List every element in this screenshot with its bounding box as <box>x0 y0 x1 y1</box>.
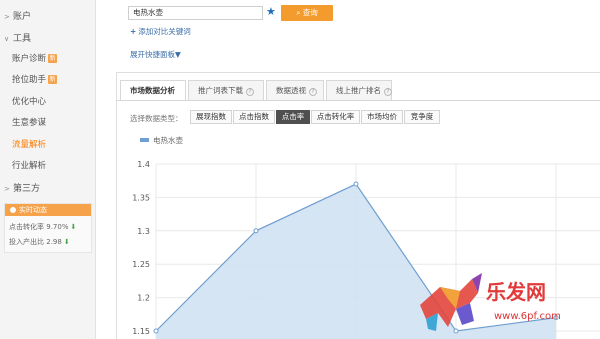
realtime-title: 实时动态 <box>19 206 47 214</box>
metric-label: 投入产出比 <box>9 238 44 246</box>
realtime-panel: 实时动态 点击转化率 9.70% ⬇ 投入产出比 2.98 ⬇ <box>4 203 92 253</box>
data-point[interactable] <box>253 228 259 234</box>
help-icon[interactable]: ? <box>309 88 317 96</box>
data-point[interactable] <box>353 181 359 187</box>
chevron-down-icon: ∨ <box>4 35 10 43</box>
realtime-row-cvr: 点击转化率 9.70% ⬇ <box>9 222 76 232</box>
type-btn-ctr[interactable]: 点击率 <box>276 110 310 124</box>
sidebar-item-bid-assistant[interactable]: 抢位助手新 <box>12 73 58 85</box>
type-btn-click-index[interactable]: 点击指数 <box>233 110 275 124</box>
help-icon[interactable]: ? <box>246 88 254 96</box>
y-tick-label: 1.4 <box>137 160 150 169</box>
type-btn-avg-price[interactable]: 市场均价 <box>361 110 403 124</box>
chart-legend[interactable]: 电热水壶 <box>140 135 183 145</box>
tab-label: 线上推广排名 <box>336 86 381 95</box>
tab-keyword-download[interactable]: 推广词表下载? <box>188 80 264 100</box>
sidebar-group-account[interactable]: > 账户 <box>4 9 31 22</box>
sidebar-group-tools[interactable]: ∨ 工具 <box>4 31 31 44</box>
metric-value: 2.98 <box>46 238 62 246</box>
watermark-brand: 乐发网 <box>486 280 546 304</box>
sidebar-item-label: 优化中心 <box>12 97 47 107</box>
query-button[interactable]: ⌕ 查询 <box>281 5 333 21</box>
y-tick-label: 1.25 <box>132 260 150 269</box>
expand-panel-label: 展开快捷面板 <box>130 50 175 59</box>
tab-label: 市场数据分析 <box>130 86 175 95</box>
help-icon[interactable]: ? <box>384 88 392 96</box>
clock-icon <box>10 207 16 213</box>
chevron-right-icon: > <box>4 13 10 21</box>
new-badge: 新 <box>48 75 58 84</box>
plus-icon: + <box>130 27 137 36</box>
sidebar-item-label: 生意参谋 <box>12 118 47 128</box>
sidebar-item-label: 行业解析 <box>12 161 47 171</box>
y-axis-ticks: 1.4 1.35 1.3 1.25 1.2 1.15 <box>132 160 150 336</box>
sidebar: > 账户 ∨ 工具 账户诊断新 抢位助手新 优化中心 生意参谋 流量解析 行业解析 … <box>0 0 96 339</box>
tab-data-pivot[interactable]: 数据透视? <box>266 80 324 100</box>
tab-label: 推广词表下载 <box>198 86 243 95</box>
y-tick-label: 1.35 <box>132 193 150 202</box>
legend-swatch <box>140 138 149 142</box>
realtime-row-roi: 投入产出比 2.98 ⬇ <box>9 237 70 247</box>
sidebar-item-industry-analysis[interactable]: 行业解析 <box>12 159 46 171</box>
sidebar-group-label: 第三方 <box>13 184 41 194</box>
metric-value: 9.70% <box>46 223 69 231</box>
type-btn-cvr[interactable]: 点击转化率 <box>311 110 360 124</box>
arrow-down-icon: ⬇ <box>70 223 77 231</box>
sidebar-item-traffic-analysis[interactable]: 流量解析 <box>12 138 46 150</box>
chevron-right-icon: > <box>4 185 10 193</box>
expand-quick-panel-link[interactable]: 展开快捷面板▼ <box>130 49 181 60</box>
watermark-url: www.6pf.com <box>494 311 561 322</box>
add-compare-keyword-link[interactable]: + 添加对比关键词 <box>130 26 191 37</box>
sidebar-item-label: 流量解析 <box>12 140 47 150</box>
metric-label: 点击转化率 <box>9 223 44 231</box>
tab-online-ranking[interactable]: 线上推广排名? <box>326 80 392 100</box>
sidebar-item-account-diagnosis[interactable]: 账户诊断新 <box>12 52 58 64</box>
type-btn-competition[interactable]: 竞争度 <box>404 110 440 124</box>
realtime-header: 实时动态 <box>5 204 91 216</box>
keyword-search-input[interactable]: 电热水壶 <box>128 6 263 20</box>
star-icon[interactable]: ★ <box>266 5 276 19</box>
legend-label: 电热水壶 <box>153 135 183 145</box>
sidebar-group-label: 账户 <box>13 12 32 22</box>
tab-market-analysis[interactable]: 市场数据分析 <box>120 80 186 101</box>
sidebar-item-label: 抢位助手 <box>12 75 47 85</box>
arrow-down-icon: ⬇ <box>63 238 70 246</box>
data-type-label: 选择数据类型： <box>130 114 183 123</box>
sidebar-item-optimization-center[interactable]: 优化中心 <box>12 95 46 107</box>
y-tick-label: 1.2 <box>137 294 150 303</box>
watermark-logo: 乐发网 www.6pf.com <box>420 273 561 331</box>
caret-down-icon: ▼ <box>175 50 181 59</box>
data-point[interactable] <box>153 328 159 334</box>
search-icon: ⌕ <box>296 8 301 17</box>
y-tick-label: 1.15 <box>132 327 150 336</box>
type-btn-impression-index[interactable]: 展现指数 <box>190 110 232 124</box>
sidebar-group-third-party[interactable]: > 第三方 <box>4 181 40 194</box>
new-badge: 新 <box>48 54 58 63</box>
tab-label: 数据透视 <box>276 86 306 95</box>
add-compare-label: 添加对比关键词 <box>138 27 191 36</box>
sidebar-item-label: 账户诊断 <box>12 54 47 64</box>
sidebar-item-business-advisor[interactable]: 生意参谋 <box>12 116 46 128</box>
sidebar-group-label: 工具 <box>13 34 32 44</box>
y-tick-label: 1.3 <box>137 227 150 236</box>
query-button-label: 查询 <box>302 8 318 17</box>
tab-divider <box>116 100 600 101</box>
